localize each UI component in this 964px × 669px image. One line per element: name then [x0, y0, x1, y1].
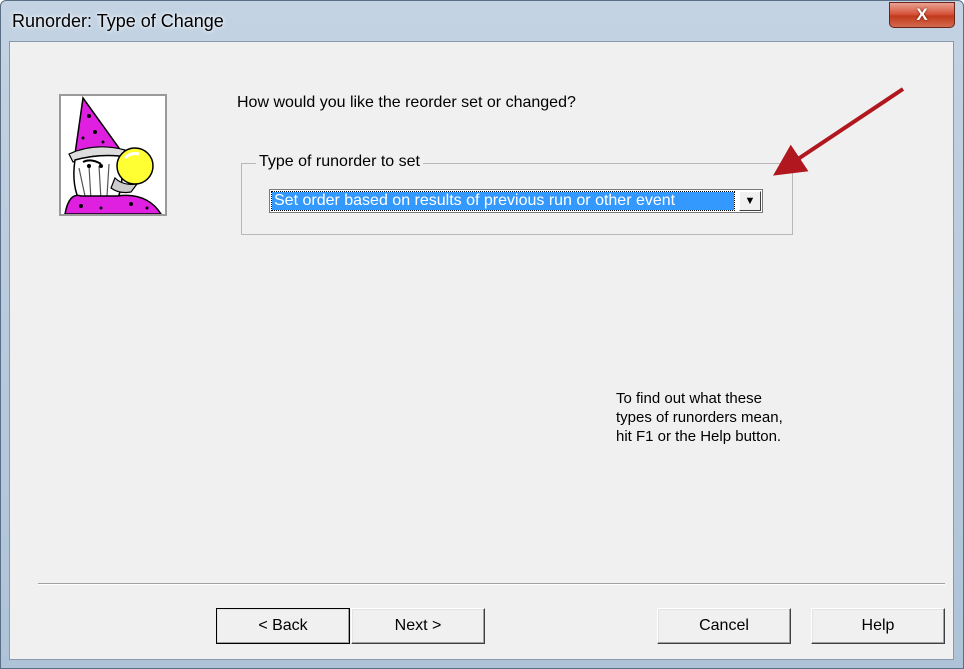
- annotation-arrow: [773, 87, 905, 176]
- dialog-window: Runorder: Type of Change X How would you…: [0, 0, 964, 669]
